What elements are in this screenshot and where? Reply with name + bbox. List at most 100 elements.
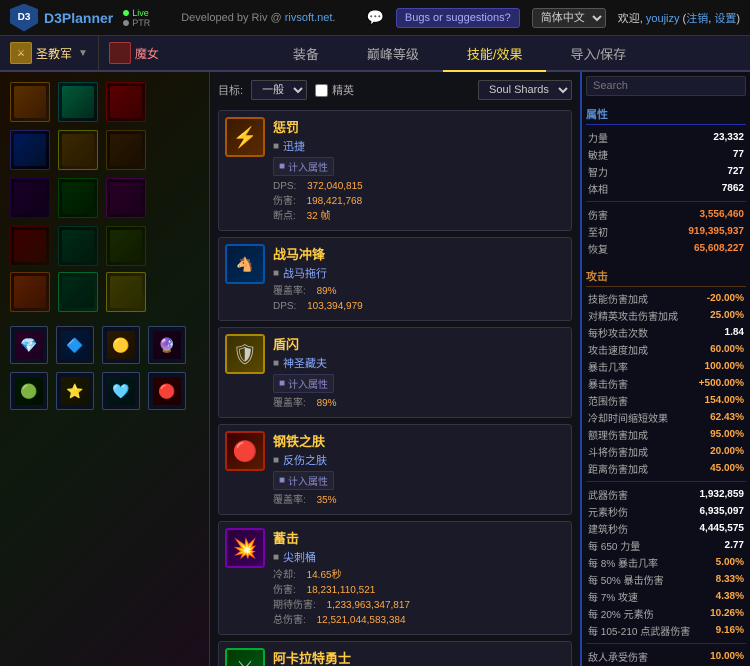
attr-icon: ■ bbox=[279, 378, 285, 389]
skill-1-rune: ■ 迅捷 bbox=[273, 138, 565, 154]
skill-1-rune-name: 迅捷 bbox=[283, 138, 305, 154]
live-dot-icon bbox=[123, 10, 129, 16]
hands-item-icon bbox=[14, 182, 46, 214]
elite-checkbox[interactable] bbox=[315, 84, 328, 97]
settings-link[interactable]: 设置 bbox=[714, 13, 736, 25]
attr-label: 计入属性 bbox=[288, 159, 328, 174]
class-icon: ⚔ bbox=[10, 42, 32, 64]
skill-5-rune: ■ 尖刺桶 bbox=[273, 549, 565, 565]
tab-skills[interactable]: 技能/效果 bbox=[443, 36, 547, 72]
slot-hands[interactable] bbox=[10, 178, 50, 218]
slot-offhand[interactable] bbox=[58, 272, 98, 312]
slot-ring2[interactable] bbox=[106, 226, 146, 266]
slot-back[interactable] bbox=[58, 130, 98, 170]
class-dropdown-icon: ▼ bbox=[78, 48, 88, 59]
class-selector[interactable]: ⚔ 圣教军 ▼ bbox=[0, 36, 99, 70]
spec-selector[interactable]: 魔女 bbox=[99, 36, 169, 70]
stat-damage: 伤害 3,556,460 bbox=[586, 206, 746, 223]
attributes-title: 属性 bbox=[586, 104, 746, 125]
bugs-button[interactable]: Bugs or suggestions? bbox=[396, 8, 520, 28]
str-ratio-label: 每 650 力量 bbox=[588, 538, 640, 553]
cd-label: 暴击伤害 bbox=[588, 376, 628, 391]
dex-label: 敏捷 bbox=[588, 147, 608, 162]
rune-bullet: ■ bbox=[273, 358, 279, 369]
elem-ratio-label: 每 20% 元素伤 bbox=[588, 606, 654, 621]
slot-waist[interactable] bbox=[58, 178, 98, 218]
skill-5-stats: 冷却: 14.65秒 伤害: 18,231,110,521 期待伤害: 1,23… bbox=[273, 568, 565, 628]
slot-neck[interactable] bbox=[58, 82, 98, 122]
soul-shards-select[interactable]: Soul Shards bbox=[478, 80, 572, 100]
attr-label: 计入属性 bbox=[288, 376, 328, 391]
stat-ias-ratio: 每 7% 攻速 4.38% bbox=[586, 588, 746, 605]
toughness-value: 919,395,937 bbox=[688, 226, 744, 237]
elbow-value: 95.00% bbox=[710, 429, 744, 440]
rune-bullet: ■ bbox=[273, 552, 279, 563]
skill-3-icon: 🛡 bbox=[225, 334, 265, 374]
login-link[interactable]: 注销 bbox=[686, 13, 708, 25]
stat-cdr: 冷却时间缩短效果 62.43% bbox=[586, 409, 746, 426]
stat-elite-dmg: 对精英攻击伤害加成 25.00% bbox=[586, 307, 746, 324]
cdr-label: 冷却时间缩短效果 bbox=[588, 410, 668, 425]
slot-chest[interactable] bbox=[10, 130, 50, 170]
ias-value: 60.00% bbox=[710, 344, 744, 355]
character-background: 💎 🔷 🟡 🔮 🟢 ⭐ 🩵 bbox=[0, 72, 209, 666]
skill-5-info: 蓄击 ■ 尖刺桶 冷却: 14.65秒 伤害: 18,231,110,521 期… bbox=[273, 528, 565, 628]
cd-value: +500.00% bbox=[699, 378, 744, 389]
stat-enemy-take: 敌人承受伤害 10.00% bbox=[586, 648, 746, 665]
target-label: 目标: bbox=[218, 82, 243, 98]
tab-equipment[interactable]: 装备 bbox=[269, 36, 343, 72]
gem-slot-6[interactable]: ⭐ bbox=[56, 372, 94, 410]
shoulder-item-icon bbox=[110, 86, 142, 118]
skill-4-attr-tag: ■ 计入属性 bbox=[273, 471, 334, 490]
elite-checkbox-group: 精英 bbox=[315, 82, 354, 98]
gem-slot-3[interactable]: 🟡 bbox=[102, 326, 140, 364]
tab-import[interactable]: 导入/保存 bbox=[546, 36, 650, 72]
spec-icon bbox=[109, 42, 131, 64]
gem-slot-7[interactable]: 🩵 bbox=[102, 372, 140, 410]
gem-slot-5[interactable]: 🟢 bbox=[10, 372, 48, 410]
gem-slot-1[interactable]: 💎 bbox=[10, 326, 48, 364]
slot-head[interactable] bbox=[10, 82, 50, 122]
slot-shoulder[interactable] bbox=[106, 82, 146, 122]
skill-4-icon: 🔴 bbox=[225, 431, 265, 471]
skill-2-name: 战马冲锋 bbox=[273, 244, 565, 263]
slot-ring1[interactable] bbox=[58, 226, 98, 266]
skill-card-2: 🐴 战马冲锋 ■ 战马拖行 覆盖率: 89% DPS: 103,394,979 bbox=[218, 237, 572, 321]
crit-ratio-label: 每 8% 暴击几率 bbox=[588, 555, 658, 570]
slot-feet[interactable] bbox=[10, 226, 50, 266]
logo-shield-icon: D3 bbox=[10, 4, 38, 32]
search-input[interactable] bbox=[586, 76, 746, 96]
rune-bullet: ■ bbox=[273, 268, 279, 279]
elem-value: 6,935,097 bbox=[700, 506, 745, 517]
vit-label: 体相 bbox=[588, 181, 608, 196]
gem-slot-2[interactable]: 🔷 bbox=[56, 326, 94, 364]
tab-paragon[interactable]: 巅峰等级 bbox=[343, 36, 443, 72]
weapon-value: 1,932,859 bbox=[700, 489, 745, 500]
skill-card-4: 🔴 钢铁之肤 ■ 反伤之肤 ■ 计入属性 覆盖率: 35% bbox=[218, 424, 572, 515]
range-value: 45.00% bbox=[710, 463, 744, 474]
stat-str-ratio: 每 650 力量 2.77 bbox=[586, 537, 746, 554]
gem-slot-8[interactable]: 🔴 bbox=[148, 372, 186, 410]
back-item-icon bbox=[62, 134, 94, 166]
range-label: 距离伤害加成 bbox=[588, 461, 648, 476]
slot-wrist[interactable] bbox=[106, 130, 146, 170]
gem-slot-4[interactable]: 🔮 bbox=[148, 326, 186, 364]
slot-mainhand[interactable] bbox=[10, 272, 50, 312]
skill-6-icon: ⚔ bbox=[225, 648, 265, 666]
wrist-item-icon bbox=[110, 134, 142, 166]
elite-label: 精英 bbox=[332, 82, 354, 98]
cd-ratio-value: 8.33% bbox=[716, 574, 744, 585]
slot-extra[interactable] bbox=[106, 272, 146, 312]
build-label: 建筑秒伤 bbox=[588, 521, 628, 536]
stat-elbow-dmg: 额理伤害加成 95.00% bbox=[586, 426, 746, 443]
cc-value: 100.00% bbox=[705, 361, 744, 372]
target-select[interactable]: 一般 精英 bbox=[251, 80, 307, 100]
attributes-section: 属性 力量 23,332 敏捷 77 智力 727 体相 7862 伤害 3,5… bbox=[586, 104, 746, 257]
username-link[interactable]: youjizy bbox=[646, 13, 680, 25]
language-select[interactable]: 简体中文 English bbox=[532, 8, 606, 28]
slot-legs[interactable] bbox=[106, 178, 146, 218]
weapon-label: 武器伤害 bbox=[588, 487, 628, 502]
stat-int: 智力 727 bbox=[586, 163, 746, 180]
head-item-icon bbox=[14, 86, 46, 118]
rune-bullet: ■ bbox=[273, 141, 279, 152]
